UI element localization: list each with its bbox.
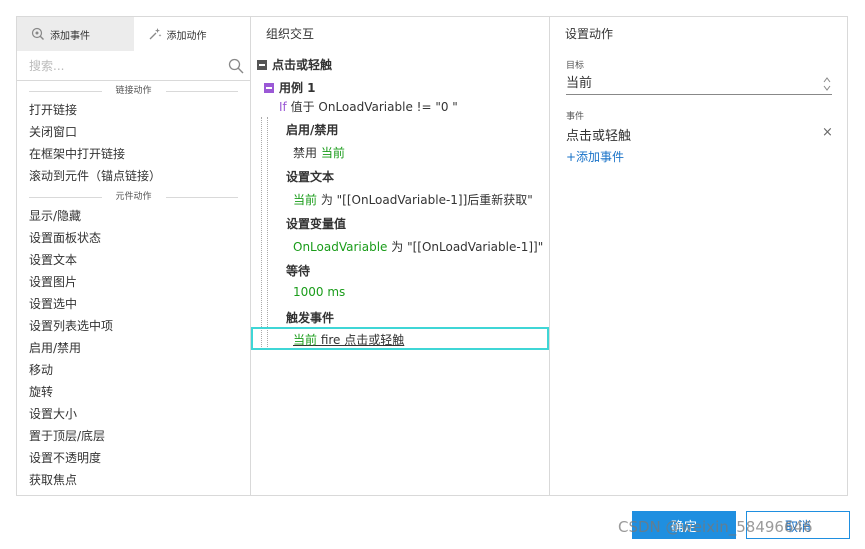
up-down-arrows-icon bbox=[823, 77, 831, 91]
collapse-icon[interactable] bbox=[264, 83, 274, 93]
action-set-panel-state[interactable]: 设置面板状态 bbox=[17, 227, 250, 249]
action-detail-selected[interactable]: 当前 fire 点击或轻触 bbox=[293, 331, 404, 348]
add-action-icon bbox=[149, 28, 161, 40]
event-node[interactable]: 点击或轻触 bbox=[257, 56, 332, 73]
tab-add-action[interactable]: 添加动作 bbox=[134, 17, 251, 51]
collapse-icon[interactable] bbox=[257, 60, 267, 70]
search-box bbox=[17, 51, 250, 81]
tree-guide bbox=[261, 117, 262, 347]
action-set-size[interactable]: 设置大小 bbox=[17, 403, 250, 425]
search-input[interactable] bbox=[17, 51, 217, 81]
ok-button[interactable]: 确定 bbox=[632, 511, 736, 539]
action-rotate[interactable]: 旋转 bbox=[17, 381, 250, 403]
detail-target: OnLoadVariable bbox=[293, 240, 388, 254]
action-set-image[interactable]: 设置图片 bbox=[17, 271, 250, 293]
action-detail[interactable]: 1000 ms bbox=[293, 285, 345, 299]
action-library-panel: 添加事件 添加动作 链接动作 打开链接 关闭窗口 在框架中打开链接 bbox=[17, 17, 251, 495]
panel-title: 组织交互 bbox=[266, 27, 315, 41]
case-node[interactable]: 用例 1 bbox=[264, 79, 316, 96]
target-label: 目标 bbox=[566, 61, 585, 71]
detail-suffix: 为 "[[OnLoadVariable-1]]" bbox=[387, 240, 544, 254]
action-detail[interactable]: 当前 为 "[[OnLoadVariable-1]]后重新获取" bbox=[293, 191, 533, 208]
event-label: 事件 bbox=[566, 112, 585, 122]
if-keyword: If bbox=[279, 100, 287, 114]
action-scroll-to-widget[interactable]: 滚动到元件（锚点链接） bbox=[17, 165, 250, 187]
action-title[interactable]: 启用/禁用 bbox=[286, 121, 338, 138]
detail-suffix: 为 "[[OnLoadVariable-1]]后重新获取" bbox=[317, 193, 533, 207]
configure-action-panel: 设置动作 目标 当前 事件 点击或轻触 × +添加事件 bbox=[550, 17, 847, 495]
target-value: 当前 bbox=[566, 76, 593, 91]
detail-target: 当前 bbox=[320, 146, 345, 160]
condition-text: 值于 OnLoadVariable != "0 " bbox=[290, 100, 458, 114]
action-open-link[interactable]: 打开链接 bbox=[17, 99, 250, 121]
action-title[interactable]: 设置文本 bbox=[286, 168, 334, 185]
organize-interactions-panel: 组织交互 点击或轻触 用例 1 If 值于 OnLoadVariable != … bbox=[251, 17, 550, 495]
action-set-list-selected[interactable]: 设置列表选中项 bbox=[17, 315, 250, 337]
action-title[interactable]: 触发事件 bbox=[286, 309, 334, 326]
tab-add-event[interactable]: 添加事件 bbox=[17, 17, 134, 51]
search-icon[interactable] bbox=[228, 58, 244, 74]
tab-add-action-label: 添加动作 bbox=[166, 30, 207, 42]
case-condition[interactable]: If 值于 OnLoadVariable != "0 " bbox=[279, 98, 458, 115]
panel-title: 设置动作 bbox=[565, 27, 614, 41]
action-set-text[interactable]: 设置文本 bbox=[17, 249, 250, 271]
detail-target: 1000 ms bbox=[293, 285, 346, 299]
action-bring-front-back[interactable]: 置于顶层/底层 bbox=[17, 425, 250, 447]
event-name: 点击或轻触 bbox=[272, 58, 333, 72]
detail-prefix: 禁用 bbox=[293, 146, 321, 160]
cancel-button[interactable]: 取消 bbox=[746, 511, 850, 539]
detail-suffix: fire 点击或轻触 bbox=[317, 333, 405, 347]
action-close-window[interactable]: 关闭窗口 bbox=[17, 121, 250, 143]
action-title[interactable]: 设置变量值 bbox=[286, 215, 346, 232]
dialog-frame: 添加事件 添加动作 链接动作 打开链接 关闭窗口 在框架中打开链接 bbox=[16, 16, 848, 496]
selected-event[interactable]: 点击或轻触 bbox=[566, 125, 631, 144]
tree-guide bbox=[267, 117, 268, 347]
action-move[interactable]: 移动 bbox=[17, 359, 250, 381]
action-detail[interactable]: OnLoadVariable 为 "[[OnLoadVariable-1]]" bbox=[293, 238, 543, 255]
target-select[interactable]: 当前 bbox=[566, 73, 832, 95]
action-set-opacity[interactable]: 设置不透明度 bbox=[17, 447, 250, 469]
section-link-actions: 链接动作 bbox=[17, 83, 250, 99]
add-event-icon bbox=[31, 27, 44, 40]
action-open-in-frame[interactable]: 在框架中打开链接 bbox=[17, 143, 250, 165]
add-event-link[interactable]: +添加事件 bbox=[566, 148, 624, 165]
section-title: 链接动作 bbox=[101, 83, 166, 99]
action-detail[interactable]: 禁用 当前 bbox=[293, 144, 345, 161]
action-set-selected[interactable]: 设置选中 bbox=[17, 293, 250, 315]
tab-add-event-label: 添加事件 bbox=[50, 30, 90, 42]
case-name: 用例 1 bbox=[279, 81, 316, 95]
detail-target: 当前 bbox=[293, 193, 318, 207]
action-show-hide[interactable]: 显示/隐藏 bbox=[17, 205, 250, 227]
section-widget-actions: 元件动作 bbox=[17, 189, 250, 205]
close-icon[interactable]: × bbox=[822, 125, 833, 140]
library-tabs: 添加事件 添加动作 bbox=[17, 17, 250, 51]
action-enable-disable[interactable]: 启用/禁用 bbox=[17, 337, 250, 359]
detail-target: 当前 bbox=[293, 333, 318, 347]
action-title[interactable]: 等待 bbox=[286, 262, 310, 279]
section-title: 元件动作 bbox=[101, 189, 166, 205]
action-focus[interactable]: 获取焦点 bbox=[17, 469, 250, 491]
